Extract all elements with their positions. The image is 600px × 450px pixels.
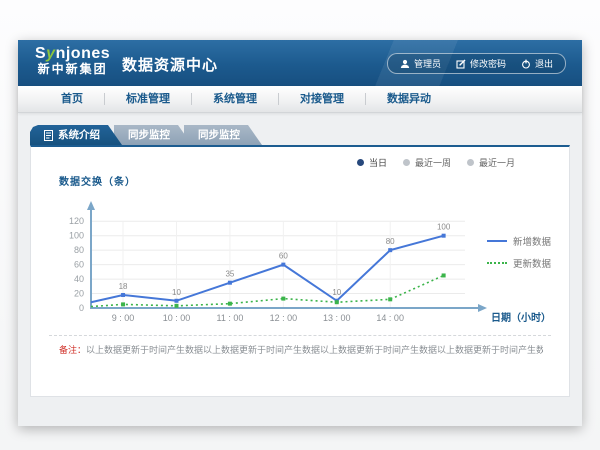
date-range-filter: 当日 最近一周 最近一月 — [45, 147, 555, 169]
svg-text:9 : 00: 9 : 00 — [112, 313, 135, 323]
radio-last-week[interactable]: 最近一周 — [403, 156, 451, 169]
radio-label: 最近一月 — [479, 156, 515, 169]
radio-dot-icon — [467, 159, 474, 166]
radio-label: 最近一周 — [415, 156, 451, 169]
nav-item-data-change[interactable]: 数据异动 — [366, 93, 452, 105]
svg-text:35: 35 — [225, 270, 234, 279]
logo-en-text: Synjones — [35, 45, 110, 63]
tab-label: 同步监控 — [128, 125, 170, 145]
change-password-button[interactable]: 修改密码 — [456, 57, 506, 70]
svg-text:日期（小时）: 日期（小时） — [491, 311, 551, 324]
chart-area: 0 20 40 60 80 100 120 9 : 00 10 : 00 11 : 00 12 : … — [45, 190, 555, 333]
user-label: 管理员 — [414, 57, 441, 70]
radio-last-month[interactable]: 最近一月 — [467, 156, 515, 169]
svg-text:12 : 00: 12 : 00 — [270, 313, 298, 323]
document-icon — [44, 130, 53, 141]
svg-text:100: 100 — [69, 231, 84, 241]
tab-label: 系统介绍 — [58, 125, 100, 145]
logo-rest: njones — [56, 45, 111, 62]
logout-button[interactable]: 退出 — [521, 57, 553, 70]
radio-today[interactable]: 当日 — [357, 156, 387, 169]
edit-icon — [456, 59, 466, 69]
logo-cn-text: 新中新集团 — [35, 63, 110, 76]
dashed-divider — [49, 335, 551, 336]
nav-item-standard-mgmt[interactable]: 标准管理 — [105, 93, 192, 105]
radio-dot-selected-icon — [357, 159, 364, 166]
app-header: Synjones 新中新集团 数据资源中心 管理员 修改密码 退出 — [18, 40, 582, 86]
tab-sync-monitor-1[interactable]: 同步监控 — [114, 125, 192, 145]
svg-text:10: 10 — [332, 288, 341, 297]
svg-text:14 : 00: 14 : 00 — [376, 313, 404, 323]
radio-dot-icon — [403, 159, 410, 166]
user-toolbar: 管理员 修改密码 退出 — [387, 53, 566, 74]
svg-text:20: 20 — [74, 289, 84, 299]
legend-label: 新增数据 — [513, 234, 551, 248]
svg-text:80: 80 — [386, 237, 395, 246]
content-panel: 当日 最近一周 最近一月 数据交换（条） 0 20 40 60 80 100 120 9 : … — [30, 145, 570, 397]
tab-sync-monitor-2[interactable]: 同步监控 — [184, 125, 262, 145]
change-password-label: 修改密码 — [470, 57, 506, 70]
svg-text:18: 18 — [119, 282, 128, 291]
svg-text:60: 60 — [74, 260, 84, 270]
legend-solid-line-icon — [487, 240, 507, 242]
radio-label: 当日 — [369, 156, 387, 169]
svg-text:11 : 00: 11 : 00 — [216, 313, 243, 323]
y-axis-title: 数据交换（条） — [59, 173, 555, 188]
svg-text:10: 10 — [172, 288, 181, 297]
nav-item-home[interactable]: 首页 — [40, 93, 105, 105]
svg-text:80: 80 — [74, 245, 84, 255]
svg-text:40: 40 — [74, 274, 84, 284]
legend-item-updated-data: 更新数据 — [487, 256, 551, 270]
svg-text:13 : 00: 13 : 00 — [323, 313, 351, 323]
legend-item-new-data: 新增数据 — [487, 234, 551, 248]
footnote-text: 以上数据更新于时间产生数据以上数据更新于时间产生数据以上数据更新于时间产生数据以… — [86, 345, 543, 355]
line-chart: 0 20 40 60 80 100 120 9 : 00 10 : 00 11 : 00 12 : … — [45, 190, 555, 328]
svg-text:10 : 00: 10 : 00 — [163, 313, 191, 323]
nav-item-system-mgmt[interactable]: 系统管理 — [192, 93, 279, 105]
svg-text:60: 60 — [279, 252, 288, 261]
logout-label: 退出 — [535, 57, 553, 70]
logo-s: S — [35, 45, 46, 62]
chart-legend: 新增数据 更新数据 — [487, 234, 551, 270]
logo-lightning-y: y — [46, 45, 55, 62]
tab-system-intro[interactable]: 系统介绍 — [30, 125, 122, 145]
svg-text:120: 120 — [69, 216, 84, 226]
nav-item-interface-mgmt[interactable]: 对接管理 — [279, 93, 366, 105]
legend-dotted-line-icon — [487, 262, 507, 264]
svg-text:100: 100 — [437, 223, 451, 232]
power-icon — [521, 59, 531, 69]
footnote-prefix: 备注： — [59, 345, 86, 355]
tab-bar: 系统介绍 同步监控 同步监控 — [30, 125, 570, 145]
user-icon — [400, 59, 410, 69]
page-title: 数据资源中心 — [122, 54, 218, 75]
current-user-button[interactable]: 管理员 — [400, 57, 441, 70]
tab-label: 同步监控 — [198, 125, 240, 145]
svg-text:0: 0 — [79, 303, 84, 313]
app-window: Synjones 新中新集团 数据资源中心 管理员 修改密码 退出 — [18, 40, 582, 426]
footnote: 备注：以上数据更新于时间产生数据以上数据更新于时间产生数据以上数据更新于时间产生… — [59, 343, 543, 356]
main-nav: 首页 标准管理 系统管理 对接管理 数据异动 — [18, 86, 582, 113]
synjones-logo: Synjones 新中新集团 — [35, 45, 110, 76]
legend-label: 更新数据 — [513, 256, 551, 270]
